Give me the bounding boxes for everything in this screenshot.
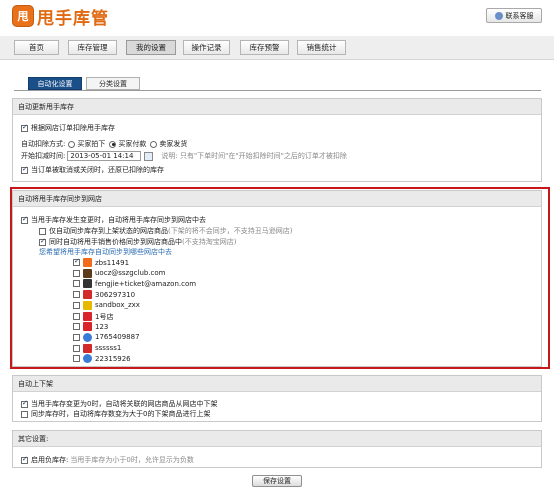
auto-shelf-section: 自动上下架 当甩手库存变更为0时，自动将关联的网店商品从网店中下架 同步库存时，… — [12, 375, 542, 422]
negative-stock-label: 启用负库存: — [31, 456, 69, 464]
negative-stock-checkbox[interactable] — [21, 455, 28, 464]
restore-on-cancel-option[interactable]: 当订单被取消或关闭时，还原已扣除的库存 — [21, 165, 164, 175]
method-placed-radio[interactable] — [68, 140, 76, 148]
method-shipped-label: 卖家发货 — [159, 140, 188, 148]
contact-support-label: 联系客服 — [505, 11, 534, 20]
negative-stock-note: 当甩手库存为小于0时，允许显示为负数 — [70, 456, 194, 464]
subtab-divider — [14, 90, 541, 91]
tab-my-settings[interactable]: 我的设置 — [126, 40, 176, 55]
tab-inventory[interactable]: 库存管理 — [68, 40, 117, 55]
auto-update-section: 自动更新甩手库存 根据网店订单扣除甩手库存 自动扣除方式: 买家拍下 买家付款 … — [12, 98, 542, 182]
tab-operation-log[interactable]: 操作记录 — [183, 40, 230, 55]
main-nav: 首页 库存管理 我的设置 操作记录 库存预警 销售统计 — [0, 36, 554, 60]
contact-support-button[interactable]: 联系客服 — [486, 8, 542, 23]
tab-sales-stats[interactable]: 销售统计 — [297, 40, 346, 55]
start-time-row: 开始扣减时间: 2013-05-01 14:14 说明: 只有"下单时间"在"开… — [21, 151, 347, 161]
app-header: 甩 甩手库管 联系客服 — [0, 0, 554, 32]
deduct-method-label: 自动扣除方式: — [21, 140, 66, 148]
auto-delist-checkbox[interactable] — [21, 399, 28, 408]
auto-update-title: 自动更新甩手库存 — [13, 99, 541, 115]
method-shipped-radio[interactable] — [150, 140, 158, 148]
logo[interactable]: 甩 甩手库管 — [12, 4, 109, 29]
other-settings-section: 其它设置: 启用负库存: 当甩手库存为小于0时，允许显示为负数 — [12, 430, 542, 468]
other-settings-title: 其它设置: — [13, 431, 541, 447]
auto-shelf-title: 自动上下架 — [13, 376, 541, 392]
deduct-by-order-checkbox[interactable] — [21, 123, 28, 132]
deduct-by-order-option[interactable]: 根据网店订单扣除甩手库存 — [21, 123, 115, 133]
start-time-input[interactable]: 2013-05-01 14:14 — [67, 151, 142, 161]
support-icon — [494, 11, 503, 20]
deduct-by-order-label: 根据网店订单扣除甩手库存 — [31, 124, 115, 132]
method-paid-label: 买家付款 — [118, 140, 147, 148]
deduct-method-row: 自动扣除方式: 买家拍下 买家付款 卖家发货 — [21, 139, 187, 149]
start-time-note: 说明: 只有"下单时间"在"开始扣除时间"之后的订单才被扣除 — [161, 152, 347, 160]
subtab-automation[interactable]: 自动化设置 — [28, 77, 82, 90]
calendar-icon[interactable] — [144, 151, 154, 161]
auto-relist-label: 同步库存时，自动将库存数变为大于0的下架商品进行上架 — [31, 410, 211, 418]
start-time-label: 开始扣减时间: — [21, 152, 66, 160]
tab-home[interactable]: 首页 — [14, 40, 59, 55]
tab-stock-alert[interactable]: 库存预警 — [240, 40, 289, 55]
method-placed-label: 买家拍下 — [77, 140, 106, 148]
restore-on-cancel-checkbox[interactable] — [21, 165, 28, 174]
restore-on-cancel-label: 当订单被取消或关闭时，还原已扣除的库存 — [31, 166, 164, 174]
save-settings-button[interactable]: 保存设置 — [252, 475, 302, 487]
negative-stock-option[interactable]: 启用负库存: 当甩手库存为小于0时，允许显示为负数 — [21, 455, 194, 465]
subtab-category[interactable]: 分类设置 — [86, 77, 140, 90]
auto-relist-checkbox[interactable] — [21, 410, 28, 418]
auto-delist-label: 当甩手库存变更为0时，自动将关联的网店商品从网店中下架 — [31, 400, 218, 408]
method-paid-radio[interactable] — [109, 140, 117, 148]
highlight-frame — [10, 187, 550, 369]
logo-mark-icon: 甩 — [12, 5, 34, 27]
auto-relist-option[interactable]: 同步库存时，自动将库存数变为大于0的下架商品进行上架 — [21, 409, 210, 419]
logo-text: 甩手库管 — [37, 8, 109, 29]
auto-delist-option[interactable]: 当甩手库存变更为0时，自动将关联的网店商品从网店中下架 — [21, 399, 217, 409]
